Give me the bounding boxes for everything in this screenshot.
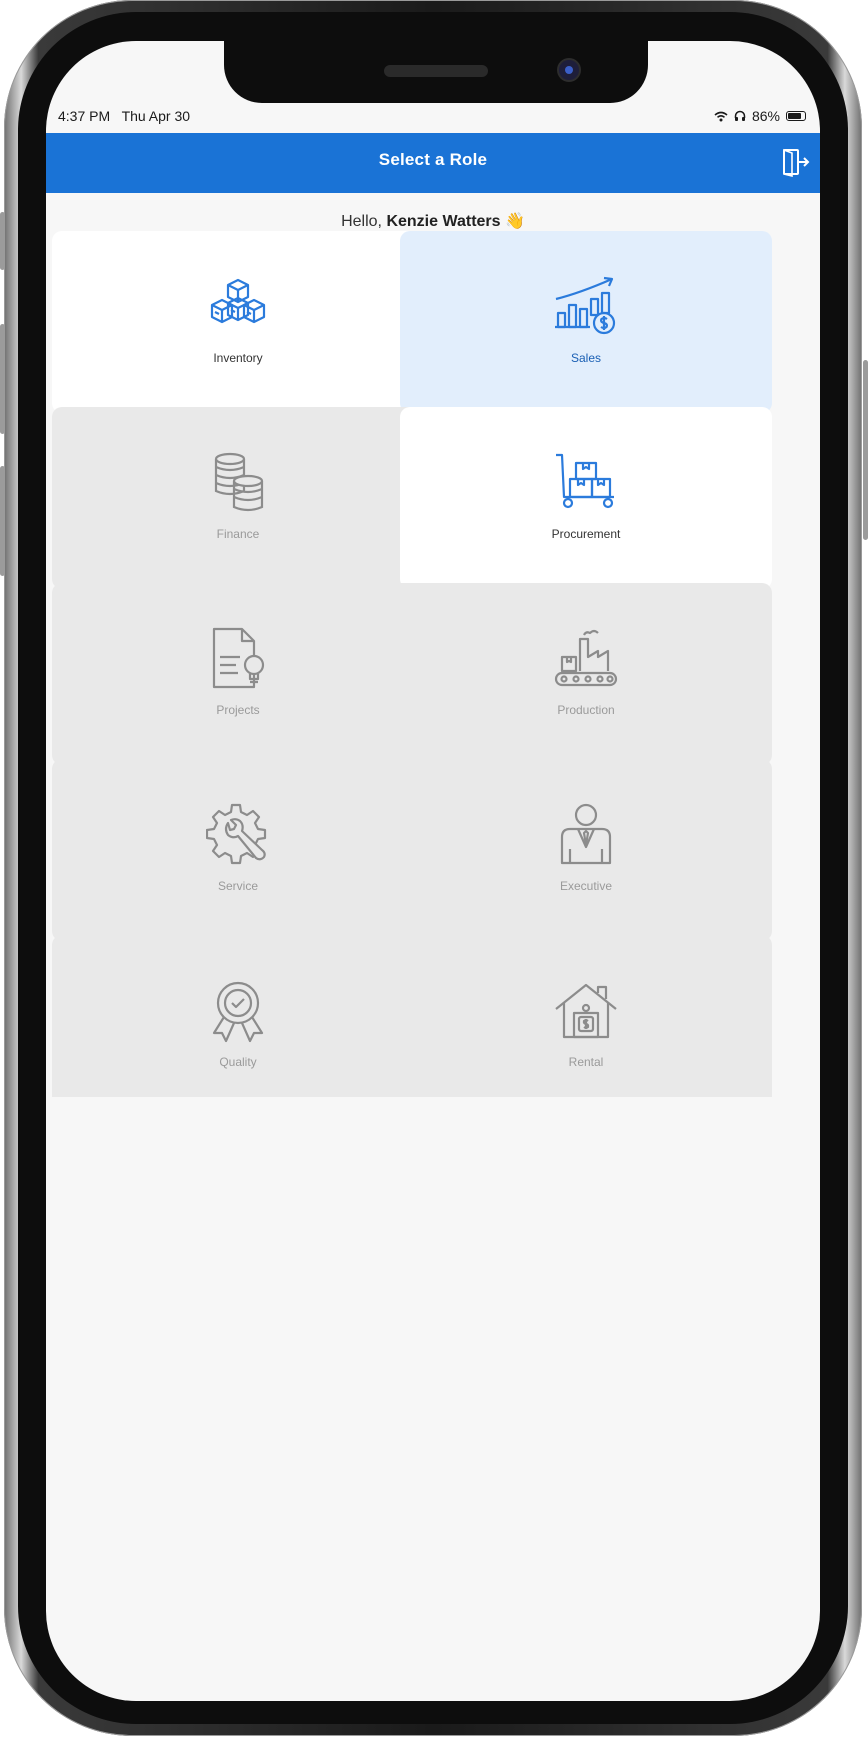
user-name: Kenzie Watters <box>386 213 501 230</box>
role-tile-projects[interactable]: Projects <box>52 583 424 765</box>
status-time-text: 4:37 PM <box>58 108 111 124</box>
status-right: 86% <box>714 108 806 124</box>
role-label: Service <box>217 879 258 893</box>
greeting-prefix: Hello, <box>341 213 387 230</box>
role-tile-service[interactable]: Service <box>52 759 424 941</box>
businessman-icon <box>560 803 612 865</box>
mute-switch <box>0 212 5 270</box>
battery-icon <box>786 111 806 121</box>
role-label: Projects <box>216 703 260 717</box>
role-label: Quality <box>219 1055 257 1069</box>
role-tile-executive[interactable]: Executive <box>400 759 772 941</box>
quality-badge-icon <box>212 981 264 1043</box>
rental-house-icon <box>555 983 617 1039</box>
coins-icon <box>214 452 264 512</box>
gear-wrench-icon <box>206 803 267 865</box>
headphones-icon <box>734 110 746 121</box>
role-tile-rental[interactable]: Rental <box>400 935 772 1097</box>
wifi-icon <box>714 111 728 121</box>
role-tile-sales[interactable]: Sales <box>400 231 772 413</box>
notch <box>224 41 648 103</box>
role-tile-quality[interactable]: Quality <box>52 935 424 1097</box>
screen: 4:37 PM Thu Apr 30 86% Select a Role Hel… <box>46 41 820 1701</box>
greeting: Hello, Kenzie Watters 👋 <box>46 211 820 231</box>
role-tile-production[interactable]: Production <box>400 583 772 765</box>
role-label: Production <box>557 703 615 717</box>
camera <box>557 58 581 82</box>
page-title: Select a Role <box>378 150 488 169</box>
boxes-icon <box>210 278 266 324</box>
role-label: Inventory <box>213 351 263 365</box>
status-date-text: Thu Apr 30 <box>121 108 191 124</box>
status-time: 4:37 PM Thu Apr 30 <box>58 108 190 124</box>
document-idea-icon <box>212 627 265 689</box>
sales-chart-icon <box>555 276 616 335</box>
volume-up-button <box>0 324 5 434</box>
factory-icon <box>554 629 618 687</box>
navbar: Select a Role <box>46 133 820 193</box>
role-label: Finance <box>216 527 260 541</box>
wave-emoji: 👋 <box>505 213 525 230</box>
role-label: Sales <box>570 351 602 365</box>
role-tile-finance[interactable]: Finance <box>52 407 424 589</box>
role-label: Procurement <box>551 527 621 541</box>
role-label: Executive <box>559 879 613 893</box>
logout-icon[interactable] <box>780 147 810 177</box>
volume-down-button <box>0 466 5 576</box>
battery-fill <box>788 113 801 119</box>
speaker <box>384 65 488 77</box>
role-tile-procurement[interactable]: Procurement <box>400 407 772 589</box>
status-bar: 4:37 PM Thu Apr 30 86% <box>46 104 820 132</box>
role-tile-inventory[interactable]: Inventory <box>52 231 424 413</box>
role-label: Rental <box>568 1055 604 1069</box>
power-button <box>863 360 868 540</box>
battery-percent: 86% <box>751 108 780 124</box>
hand-truck-icon <box>556 453 614 509</box>
